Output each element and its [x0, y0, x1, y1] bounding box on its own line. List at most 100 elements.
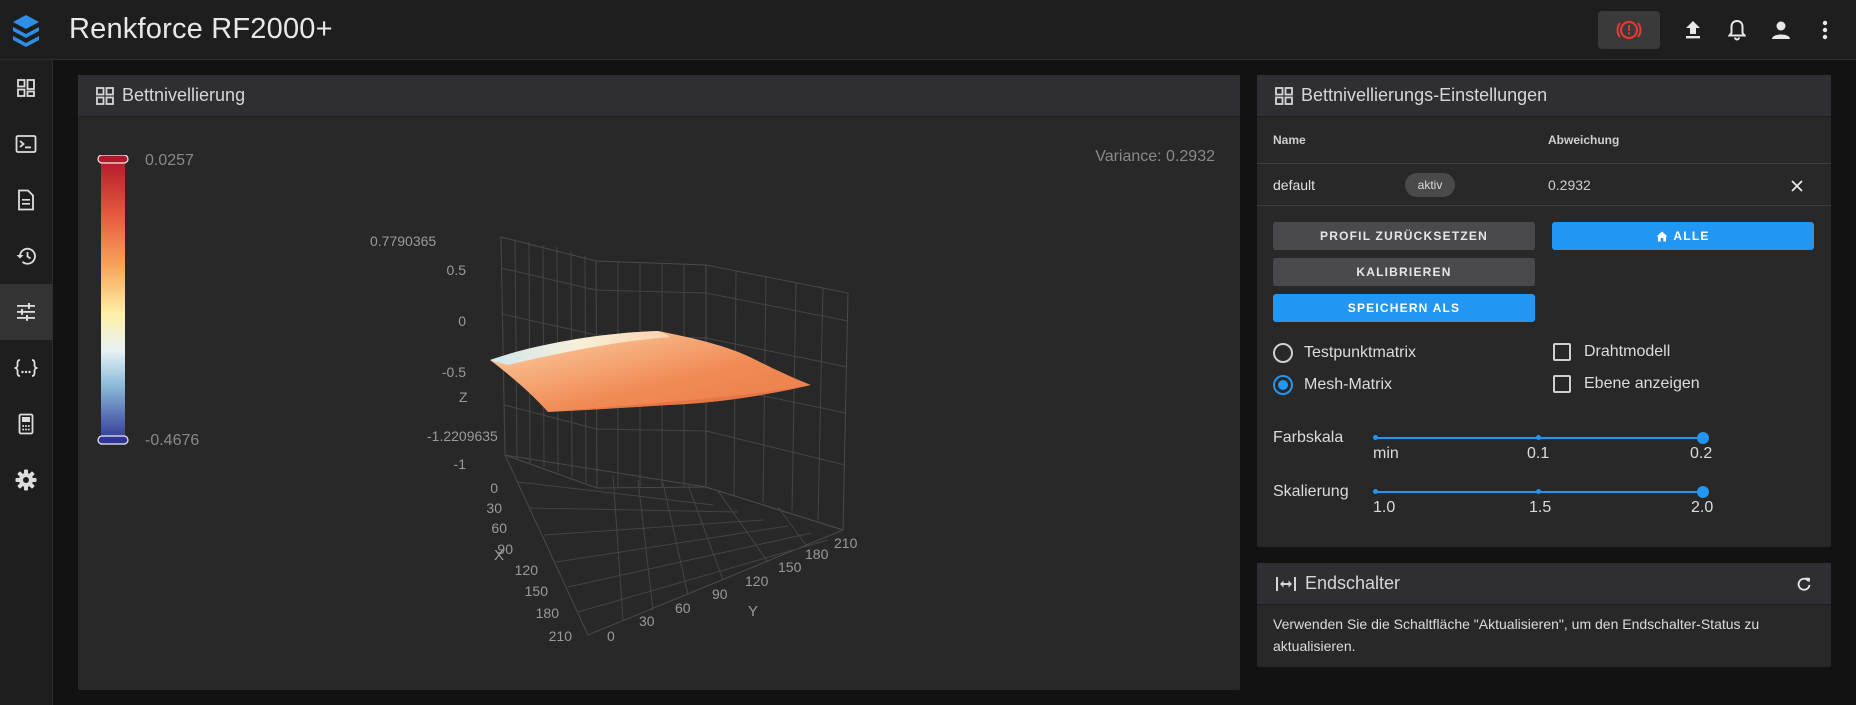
user-button[interactable]	[1762, 11, 1800, 49]
upload-button[interactable]	[1674, 11, 1712, 49]
mesh-surface	[490, 331, 811, 412]
nav-files[interactable]	[0, 172, 52, 228]
printer-device-icon	[18, 413, 34, 435]
profile-name[interactable]: default	[1273, 177, 1315, 193]
y-tick-label: 150	[778, 559, 802, 575]
probe-matrix-label: Testpunktmatrix	[1304, 344, 1417, 361]
slider-tick-label: 0.1	[1527, 445, 1550, 462]
slider-tick	[1373, 435, 1378, 440]
gear-icon	[15, 469, 37, 491]
arrow-expand-horizontal-icon	[1276, 576, 1296, 591]
settings-panel-header: Bettnivellierungs-Einstellungen	[1257, 75, 1831, 117]
settings-title: Bettnivellierungs-Einstellungen	[1301, 85, 1548, 105]
y-tick-label: 30	[639, 613, 655, 629]
nav-dashboard[interactable]	[0, 60, 52, 116]
mesh-matrix-label: Mesh-Matrix	[1304, 376, 1393, 393]
refresh-icon	[1797, 577, 1811, 591]
slider-thumb[interactable]	[1697, 486, 1709, 498]
active-badge: aktiv	[1405, 173, 1455, 197]
x-tick-label: 210	[549, 628, 573, 644]
x-tick-label: 30	[486, 500, 502, 516]
bed-mesh-panel: Bettnivellierung Variance: 0.2932 0.0257…	[78, 75, 1240, 690]
bed-mesh-settings-panel: Bettnivellierungs-Einstellungen Name Abw…	[1257, 75, 1831, 547]
save-as-button[interactable]: Speichern als	[1273, 294, 1535, 322]
emergency-stop-button[interactable]	[1598, 11, 1660, 49]
slider-tick	[1373, 489, 1378, 494]
color-scale-label: Farbskala	[1273, 429, 1344, 446]
file-document-icon	[18, 189, 34, 211]
x-tick-label: 60	[491, 520, 507, 536]
home-all-button[interactable]: Alle	[1552, 222, 1814, 250]
side-navigation	[0, 60, 53, 705]
checkbox-box	[1553, 375, 1571, 393]
show-plane-checkbox[interactable]: Ebene anzeigen	[1553, 375, 1700, 393]
wireframe-label: Drahtmodell	[1584, 343, 1671, 360]
more-menu-button[interactable]	[1806, 11, 1844, 49]
more-vertical-icon	[1822, 20, 1828, 40]
app-bar-actions	[1598, 0, 1844, 60]
y-tick-label: 180	[805, 546, 829, 562]
slider-tick-label: 2.0	[1691, 499, 1714, 516]
bed-mesh-3d-plot[interactable]: 0.7790365 -1.2209635 0.5 0 -0.5 -1 Z 0 3…	[78, 75, 1240, 690]
remove-profile-button[interactable]	[1787, 176, 1807, 196]
console-icon	[15, 135, 37, 153]
slider-tick-label: 1.0	[1373, 499, 1396, 516]
upload-icon	[1686, 21, 1700, 39]
slider-tick-label: 0.2	[1690, 445, 1713, 462]
x-tick-label: 150	[525, 583, 549, 599]
z-axis-min-label: -1.2209635	[427, 428, 498, 444]
calibrate-button[interactable]: Kalibrieren	[1273, 258, 1535, 286]
show-plane-label: Ebene anzeigen	[1584, 375, 1700, 392]
slider-tick-label: min	[1373, 445, 1399, 462]
grid-view-icon	[1275, 86, 1293, 105]
nav-settings[interactable]	[0, 452, 52, 508]
probe-matrix-radio[interactable]: Testpunktmatrix	[1273, 343, 1416, 363]
column-header-deviation: Abweichung	[1548, 133, 1620, 147]
nav-history[interactable]	[0, 228, 52, 284]
z-tick-label: 0.5	[447, 262, 467, 278]
profile-deviation: 0.2932	[1548, 177, 1591, 193]
z-tick-label: -0.5	[442, 364, 466, 380]
radio-indicator	[1273, 343, 1293, 363]
endstops-message: Verwenden Sie die Schaltfläche "Aktualis…	[1273, 616, 1760, 654]
x-axis-label: X	[494, 547, 504, 564]
x-tick-label: 120	[515, 562, 539, 578]
tune-sliders-icon	[17, 303, 35, 321]
history-icon	[16, 247, 36, 265]
z-axis-max-label: 0.7790365	[370, 233, 436, 249]
y-tick-label: 0	[607, 628, 615, 644]
endstops-panel-header: Endschalter	[1257, 563, 1831, 605]
nav-console[interactable]	[0, 116, 52, 172]
refresh-endstops-button[interactable]	[1795, 575, 1813, 593]
dashboard-icon	[17, 79, 35, 97]
x-tick-label: 0	[490, 480, 498, 496]
layers-logo-icon[interactable]	[0, 0, 52, 60]
y-tick-label: 210	[834, 535, 858, 551]
app-bar: Renkforce RF2000+	[0, 0, 1856, 60]
mesh-matrix-radio[interactable]: Mesh-Matrix	[1273, 375, 1392, 395]
scaling-label: Skalierung	[1273, 483, 1349, 500]
y-tick-label: 120	[745, 573, 769, 589]
endstops-panel: Endschalter Verwenden Sie die Schaltfläc…	[1257, 563, 1831, 667]
nav-tune[interactable]	[0, 284, 52, 340]
home-all-label: Alle	[1673, 229, 1710, 243]
code-braces-icon	[14, 359, 38, 377]
nav-machine[interactable]	[0, 396, 52, 452]
user-icon	[1772, 21, 1790, 39]
slider-thumb[interactable]	[1697, 432, 1709, 444]
z-axis-label: Z	[459, 389, 468, 405]
radio-indicator-selected	[1273, 375, 1293, 395]
nav-macros[interactable]	[0, 340, 52, 396]
app-title: Renkforce RF2000+	[69, 13, 333, 45]
z-tick-label: 0	[458, 313, 466, 329]
notifications-button[interactable]	[1718, 11, 1756, 49]
slider-tick-label: 1.5	[1529, 499, 1552, 516]
slider-tick	[1536, 435, 1541, 440]
reset-profile-button[interactable]: Profil zurücksetzen	[1273, 222, 1535, 250]
wireframe-checkbox[interactable]: Drahtmodell	[1553, 343, 1670, 361]
table-divider	[1257, 205, 1831, 206]
y-axis-label: Y	[748, 603, 758, 620]
checkbox-box	[1553, 343, 1571, 361]
endstops-title: Endschalter	[1305, 573, 1401, 593]
x-tick-label: 180	[536, 605, 560, 621]
